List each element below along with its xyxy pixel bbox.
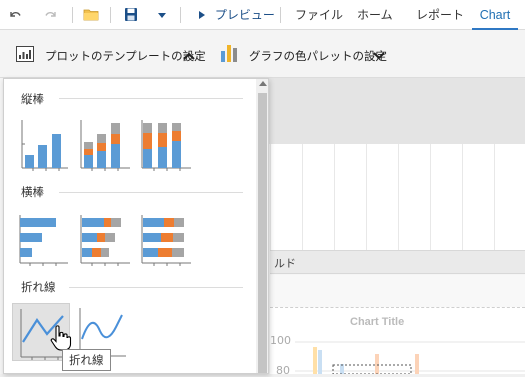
chart-ribbon: プロットのテンプレートの設定 グラフの色パレットの設定: [0, 30, 525, 78]
toolbar-separator: [72, 7, 73, 23]
tab-chart-label: Chart: [479, 8, 511, 22]
section-divider: [69, 287, 243, 288]
template-column-stacked[interactable]: [78, 117, 134, 173]
preview-button[interactable]: プレビュー: [197, 0, 275, 30]
workspace-gray-area: [240, 78, 525, 144]
toolbar-separator: [280, 7, 281, 23]
color-palette-button[interactable]: グラフの色パレットの設定: [249, 48, 387, 64]
toolbar-separator: [110, 7, 111, 23]
chart-preview-bars: [295, 341, 525, 374]
column-clustered-icon: [21, 120, 68, 171]
tab-chart[interactable]: Chart: [472, 0, 518, 30]
template-bar-clustered[interactable]: [16, 211, 72, 267]
panel-scrollbar[interactable]: [256, 79, 268, 373]
tab-home[interactable]: ホーム: [357, 0, 393, 30]
template-column-clustered[interactable]: [16, 117, 72, 173]
section-divider: [59, 192, 243, 193]
bar-clustered-icon: [19, 215, 68, 266]
template-bar-stacked[interactable]: [78, 211, 134, 267]
undo-icon[interactable]: [8, 0, 22, 30]
bar-stacked-icon: [80, 215, 130, 266]
plot-template-dropdown: 縦棒 横棒 折れ線: [3, 78, 269, 374]
plot-template-button[interactable]: プロットのテンプレートの設定: [45, 48, 206, 64]
field-header: [270, 250, 525, 274]
tab-file[interactable]: ファイル: [295, 0, 343, 30]
plot-template-icon: [16, 46, 34, 65]
open-folder-icon[interactable]: [83, 0, 99, 30]
field-label: ルド: [274, 257, 296, 270]
save-options-dropdown-icon[interactable]: [157, 0, 167, 30]
section-label-line: 折れ線: [21, 280, 56, 294]
chevron-up-icon[interactable]: [183, 50, 195, 64]
play-icon: [199, 11, 205, 19]
section-label-bar: 横棒: [21, 185, 44, 199]
preview-label: プレビュー: [214, 8, 275, 22]
section-divider: [59, 98, 243, 99]
scroll-up-arrow-icon[interactable]: [258, 81, 267, 86]
tooltip: 折れ線: [62, 349, 111, 371]
bar-stacked-100-icon: [141, 215, 191, 266]
template-column-stacked-100[interactable]: [139, 117, 195, 173]
chart-y-tick: 100: [270, 334, 291, 347]
top-toolbar: プレビュー ファイル ホーム レポート Chart: [0, 0, 525, 30]
report-grid: [270, 144, 525, 250]
chevron-down-icon[interactable]: [373, 50, 385, 64]
column-stacked-100-icon: [141, 120, 191, 171]
redo-icon[interactable]: [44, 0, 58, 30]
chart-y-tick: 80: [276, 364, 290, 377]
toolbar-separator: [180, 7, 181, 23]
chart-title: Chart Title: [350, 316, 405, 328]
color-palette-icon: [220, 43, 238, 66]
section-label-column: 縦棒: [21, 92, 44, 106]
scrollbar-thumb[interactable]: [258, 93, 267, 373]
field-row: [270, 275, 525, 307]
template-bar-stacked-100[interactable]: [139, 211, 195, 267]
column-stacked-icon: [80, 120, 130, 171]
hand-cursor-icon: [50, 325, 72, 351]
save-icon[interactable]: [123, 0, 139, 30]
tab-report[interactable]: レポート: [416, 0, 464, 30]
